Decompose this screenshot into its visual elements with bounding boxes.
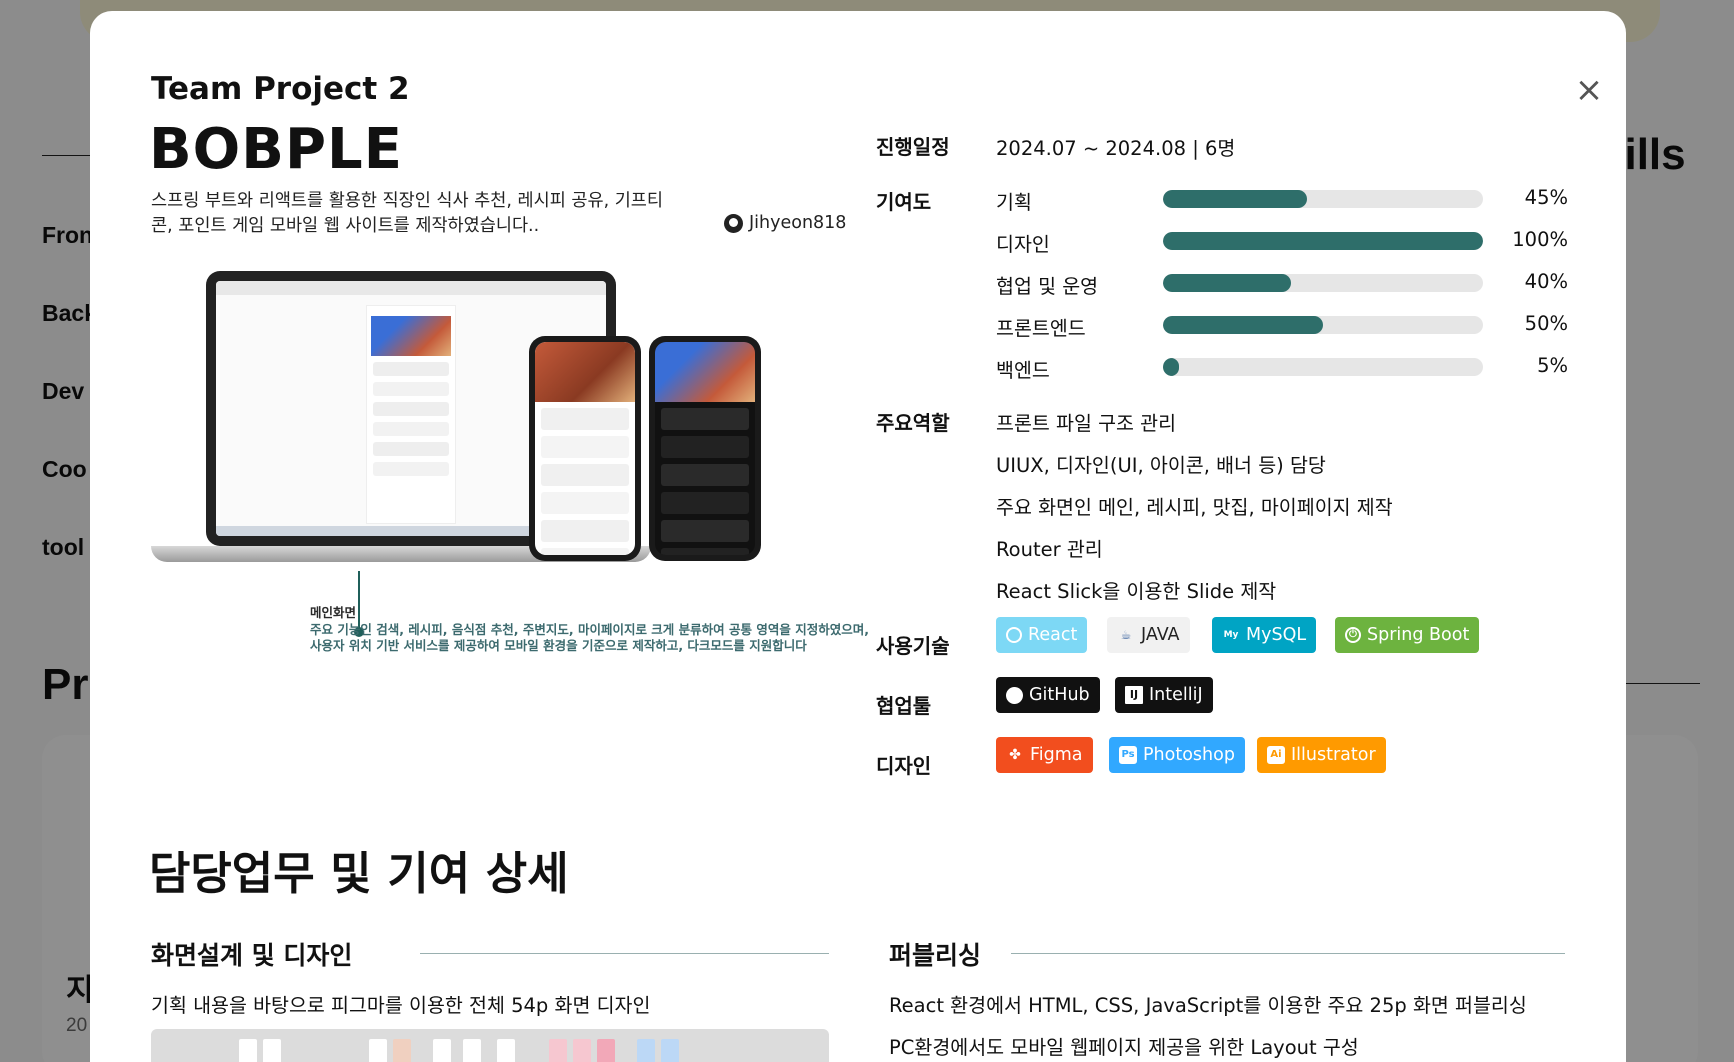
project-modal: × Team Project 2 BOBPLE 스프링 부트와 리액트를 활용한… [90,11,1626,1062]
project-title: BOBPLE [149,117,403,182]
roles-label: 주요역할 [876,411,950,435]
intellij-icon: IJ [1125,686,1143,704]
contribution-item-name: 디자인 [996,233,1050,256]
spring-boot-icon: ⏻ [1345,627,1361,643]
schedule-label: 진행일정 [876,135,950,159]
figma-badge: ✤ Figma [996,737,1093,773]
contribution-bar-fill [1163,232,1483,250]
contribution-percent: 40% [1524,270,1568,293]
contribution-percent: 45% [1524,186,1568,209]
contribution-bar [1163,232,1483,250]
contribution-label: 기여도 [876,190,932,214]
github-icon [724,213,743,233]
role-item: React Slick을 이용한 Slide 제작 [996,580,1277,603]
contribution-bar [1163,316,1483,334]
illustrator-icon: Ai [1267,746,1285,764]
role-item: 주요 화면인 메인, 레시피, 맛집, 마이페이지 제작 [996,496,1393,519]
mysql-icon: My [1223,630,1239,640]
publishing-line: PC환경에서도 모바일 웹페이지 제공을 위한 Layout 구성 [889,1036,1359,1059]
photoshop-icon: Ps [1119,746,1137,764]
screen-design-heading: 화면설계 및 디자인 [151,941,353,970]
contribution-bar-fill [1163,274,1291,292]
schedule-value: 2024.07 ~ 2024.08 | 6명 [996,137,1236,160]
contribution-item-name: 프론트엔드 [996,317,1086,340]
contribution-percent: 5% [1537,354,1568,377]
contribution-bar-fill [1163,316,1323,334]
caption-title: 메인화면 [310,605,357,620]
contribution-bar-fill [1163,190,1307,208]
java-badge: ☕ JAVA [1107,617,1190,653]
react-icon [1006,627,1022,643]
contribution-item-name: 협업 및 운영 [996,275,1099,298]
device-mockup-image [151,271,861,637]
detail-section-title: 담당업무 및 기여 상세 [149,847,569,900]
contribution-item-name: 백엔드 [996,359,1050,382]
publishing-line: React 환경에서 HTML, CSS, JavaScript를 이용한 주요… [889,994,1527,1017]
screen-design-text: 기획 내용을 바탕으로 피그마를 이용한 전체 54p 화면 디자인 [151,994,651,1017]
phone-dark-mode [649,336,761,561]
phone-light-mode [529,336,641,561]
tech-label: 사용기술 [876,634,950,658]
divider [420,953,829,954]
contribution-bar-fill [1163,358,1179,376]
project-subtitle: Team Project 2 [151,71,410,107]
role-item: UIUX, 디자인(UI, 아이콘, 배너 등) 담당 [996,454,1326,477]
contribution-bar [1163,190,1483,208]
contribution-bar [1163,358,1483,376]
illustrator-badge: Ai Illustrator [1257,737,1386,773]
role-item: Router 관리 [996,538,1103,561]
github-badge: GitHub [996,677,1100,713]
github-link[interactable]: Jihyeon818 [724,213,846,233]
close-button[interactable]: × [1568,69,1610,111]
contribution-bar [1163,274,1483,292]
project-description: 스프링 부트와 리액트를 활용한 직장인 식사 추천, 레시피 공유, 기프티콘… [151,191,663,236]
react-badge: React [996,617,1088,653]
role-item: 프론트 파일 구조 관리 [996,412,1177,435]
spring-boot-badge: ⏻ Spring Boot [1335,617,1480,653]
contribution-percent: 50% [1524,312,1568,335]
intellij-badge: IJ IntelliJ [1115,677,1213,713]
github-username: Jihyeon818 [749,213,847,233]
contribution-item-name: 기획 [996,191,1032,214]
publishing-heading: 퍼블리싱 [889,941,982,970]
photoshop-badge: Ps Photoshop [1109,737,1245,773]
caption-text: 주요 기능인 검색, 레시피, 음식점 추천, 주변지도, 마이페이지로 크게 … [310,622,869,653]
contribution-percent: 100% [1512,228,1568,251]
java-icon: ☕ [1120,628,1132,642]
design-label: 디자인 [876,754,932,778]
mysql-badge: My MySQL [1212,617,1317,653]
divider [1011,953,1565,954]
collab-label: 협업툴 [876,694,932,718]
github-icon [1006,686,1023,704]
figma-design-screenshot [151,1029,829,1062]
figma-icon: ✤ [1009,747,1021,763]
